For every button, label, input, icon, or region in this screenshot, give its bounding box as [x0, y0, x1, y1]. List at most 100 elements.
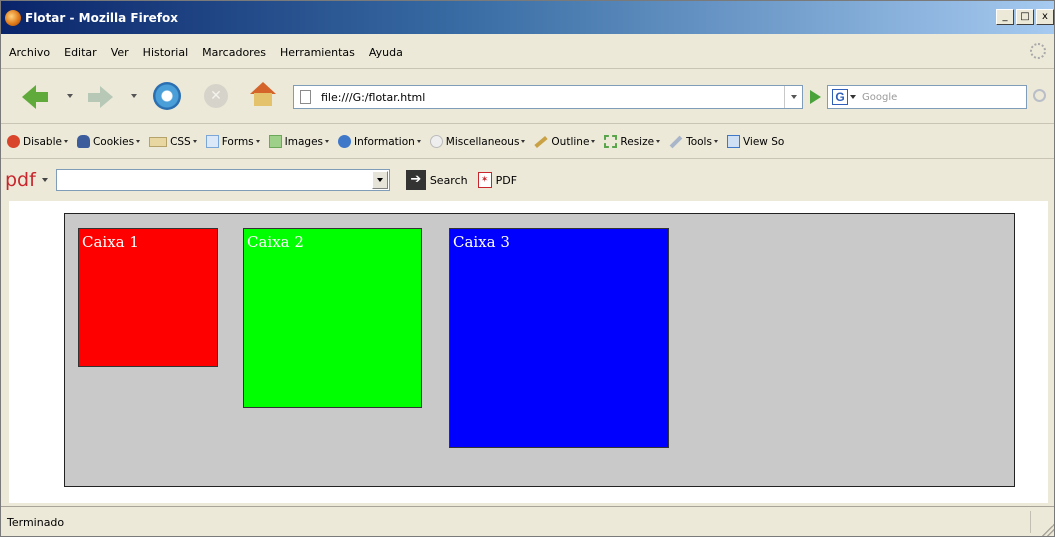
- status-text: Terminado: [7, 516, 65, 529]
- page-content: Caixa 1 Caixa 2 Caixa 3: [9, 201, 1048, 503]
- engine-dropdown-icon[interactable]: [850, 95, 856, 99]
- pdf-search-button[interactable]: Search: [430, 174, 468, 187]
- dropdown-icon: [136, 140, 141, 143]
- dev-item-label: Information: [354, 135, 415, 148]
- throbber-icon: [1030, 43, 1046, 59]
- menu-marcadores[interactable]: Marcadores: [202, 46, 266, 59]
- pdf-toolbar: pdf ➔ Search ✶ PDF: [1, 160, 1054, 200]
- google-engine-icon[interactable]: G: [832, 89, 848, 105]
- magnifier-icon[interactable]: [1033, 89, 1046, 102]
- dev-item-label: Tools: [686, 135, 712, 148]
- status-bar: Terminado: [1, 506, 1054, 536]
- dropdown-icon: [255, 140, 260, 143]
- menu-bar: Archivo Editar Ver Historial Marcadores …: [1, 36, 1054, 69]
- dev-item-label: Cookies: [92, 135, 135, 148]
- dev-item-label: View So: [742, 135, 785, 148]
- dropdown-icon: [63, 140, 68, 143]
- close-button[interactable]: x: [1036, 9, 1054, 25]
- information-icon: [338, 135, 352, 148]
- dropdown-icon: [521, 140, 526, 143]
- dropdown-icon: [325, 140, 330, 143]
- css-icon: [149, 136, 168, 147]
- back-history-dropdown-icon[interactable]: [67, 94, 73, 98]
- menu-herramientas[interactable]: Herramientas: [280, 46, 355, 59]
- chevron-down-icon[interactable]: [371, 171, 388, 189]
- disable-icon: [7, 135, 20, 148]
- back-arrow-icon[interactable]: [21, 85, 49, 109]
- search-input[interactable]: Google: [862, 92, 897, 103]
- pdf-document-icon[interactable]: ✶: [477, 172, 492, 188]
- dev-css[interactable]: CSS: [149, 136, 197, 148]
- pdf-button[interactable]: PDF: [496, 174, 517, 187]
- window-title: Flotar - Mozilla Firefox: [25, 10, 178, 25]
- dev-item-label: CSS: [170, 135, 191, 148]
- dropdown-icon: [591, 140, 596, 143]
- web-developer-toolbar: Disable Cookies CSS Forms Images Informa…: [1, 125, 1054, 159]
- dev-miscellaneous[interactable]: Miscellaneous: [429, 135, 526, 148]
- dev-disable[interactable]: Disable: [7, 135, 68, 148]
- dev-resize[interactable]: Resize: [604, 135, 661, 148]
- dropdown-icon: [713, 140, 718, 143]
- url-bar[interactable]: file:///G:/flotar.html: [293, 85, 803, 109]
- dev-cookies[interactable]: Cookies: [76, 135, 141, 148]
- view-source-icon: [726, 135, 740, 148]
- dev-item-label: Miscellaneous: [445, 135, 520, 148]
- url-history-dropdown-icon[interactable]: [784, 86, 802, 108]
- dev-item-label: Forms: [221, 135, 254, 148]
- menu-editar[interactable]: Editar: [64, 46, 97, 59]
- dropdown-icon: [192, 140, 197, 143]
- dropdown-icon: [656, 140, 661, 143]
- page-icon: [300, 90, 311, 104]
- pdf-search-input[interactable]: [55, 169, 390, 191]
- navigation-toolbar: ✕ file:///G:/flotar.html G Google: [1, 70, 1054, 124]
- search-bar[interactable]: G Google: [827, 85, 1027, 109]
- menu-ver[interactable]: Ver: [111, 46, 129, 59]
- images-icon: [268, 135, 282, 148]
- home-body: [254, 93, 272, 106]
- menu-archivo[interactable]: Archivo: [9, 46, 50, 59]
- url-text[interactable]: file:///G:/flotar.html: [321, 91, 425, 104]
- resize-grip-icon[interactable]: [1042, 524, 1054, 536]
- dev-item-label: Resize: [620, 135, 655, 148]
- menu-historial[interactable]: Historial: [143, 46, 188, 59]
- caixa-1-label: Caixa 1: [82, 233, 139, 251]
- reload-icon[interactable]: [153, 82, 181, 110]
- firefox-icon: [5, 9, 21, 26]
- go-arrow-icon[interactable]: [810, 90, 821, 104]
- dev-item-label: Disable: [23, 135, 62, 148]
- dev-forms[interactable]: Forms: [205, 135, 260, 148]
- dev-view-source[interactable]: View So: [726, 135, 785, 148]
- minimize-button[interactable]: _: [996, 9, 1014, 25]
- stop-icon[interactable]: ✕: [204, 84, 228, 108]
- forward-history-dropdown-icon[interactable]: [131, 94, 137, 98]
- status-panel: [1030, 511, 1038, 533]
- browser-window: Flotar - Mozilla Firefox _ □ x Archivo E…: [0, 0, 1055, 537]
- resize-icon: [604, 135, 618, 148]
- maximize-button[interactable]: □: [1016, 9, 1034, 25]
- dropdown-icon: [416, 140, 421, 143]
- pdf-logo[interactable]: pdf: [5, 169, 36, 191]
- caixa-2: Caixa 2: [243, 228, 422, 408]
- cookies-icon: [76, 135, 90, 148]
- pdf-menu-dropdown-icon[interactable]: [41, 178, 48, 182]
- caixa-1: Caixa 1: [78, 228, 218, 367]
- dev-tools[interactable]: Tools: [669, 135, 718, 148]
- dev-information[interactable]: Information: [338, 135, 421, 148]
- dev-item-label: Outline: [551, 135, 590, 148]
- outline-icon: [534, 135, 549, 148]
- home-icon[interactable]: [249, 82, 277, 108]
- window-controls: _ □ x: [994, 9, 1054, 25]
- arrow-right-icon[interactable]: ➔: [405, 170, 426, 190]
- tools-icon: [669, 135, 683, 148]
- caixa-2-label: Caixa 2: [247, 233, 304, 251]
- forms-icon: [205, 135, 219, 148]
- forward-arrow-icon[interactable]: [87, 86, 113, 108]
- caixa-3-label: Caixa 3: [453, 233, 510, 251]
- dev-images[interactable]: Images: [268, 135, 330, 148]
- dev-outline[interactable]: Outline: [534, 135, 596, 148]
- miscellaneous-icon: [429, 135, 443, 148]
- title-bar[interactable]: Flotar - Mozilla Firefox _ □ x: [1, 1, 1054, 34]
- dev-item-label: Images: [284, 135, 324, 148]
- menu-ayuda[interactable]: Ayuda: [369, 46, 403, 59]
- container-box: Caixa 1 Caixa 2 Caixa 3: [64, 213, 1015, 487]
